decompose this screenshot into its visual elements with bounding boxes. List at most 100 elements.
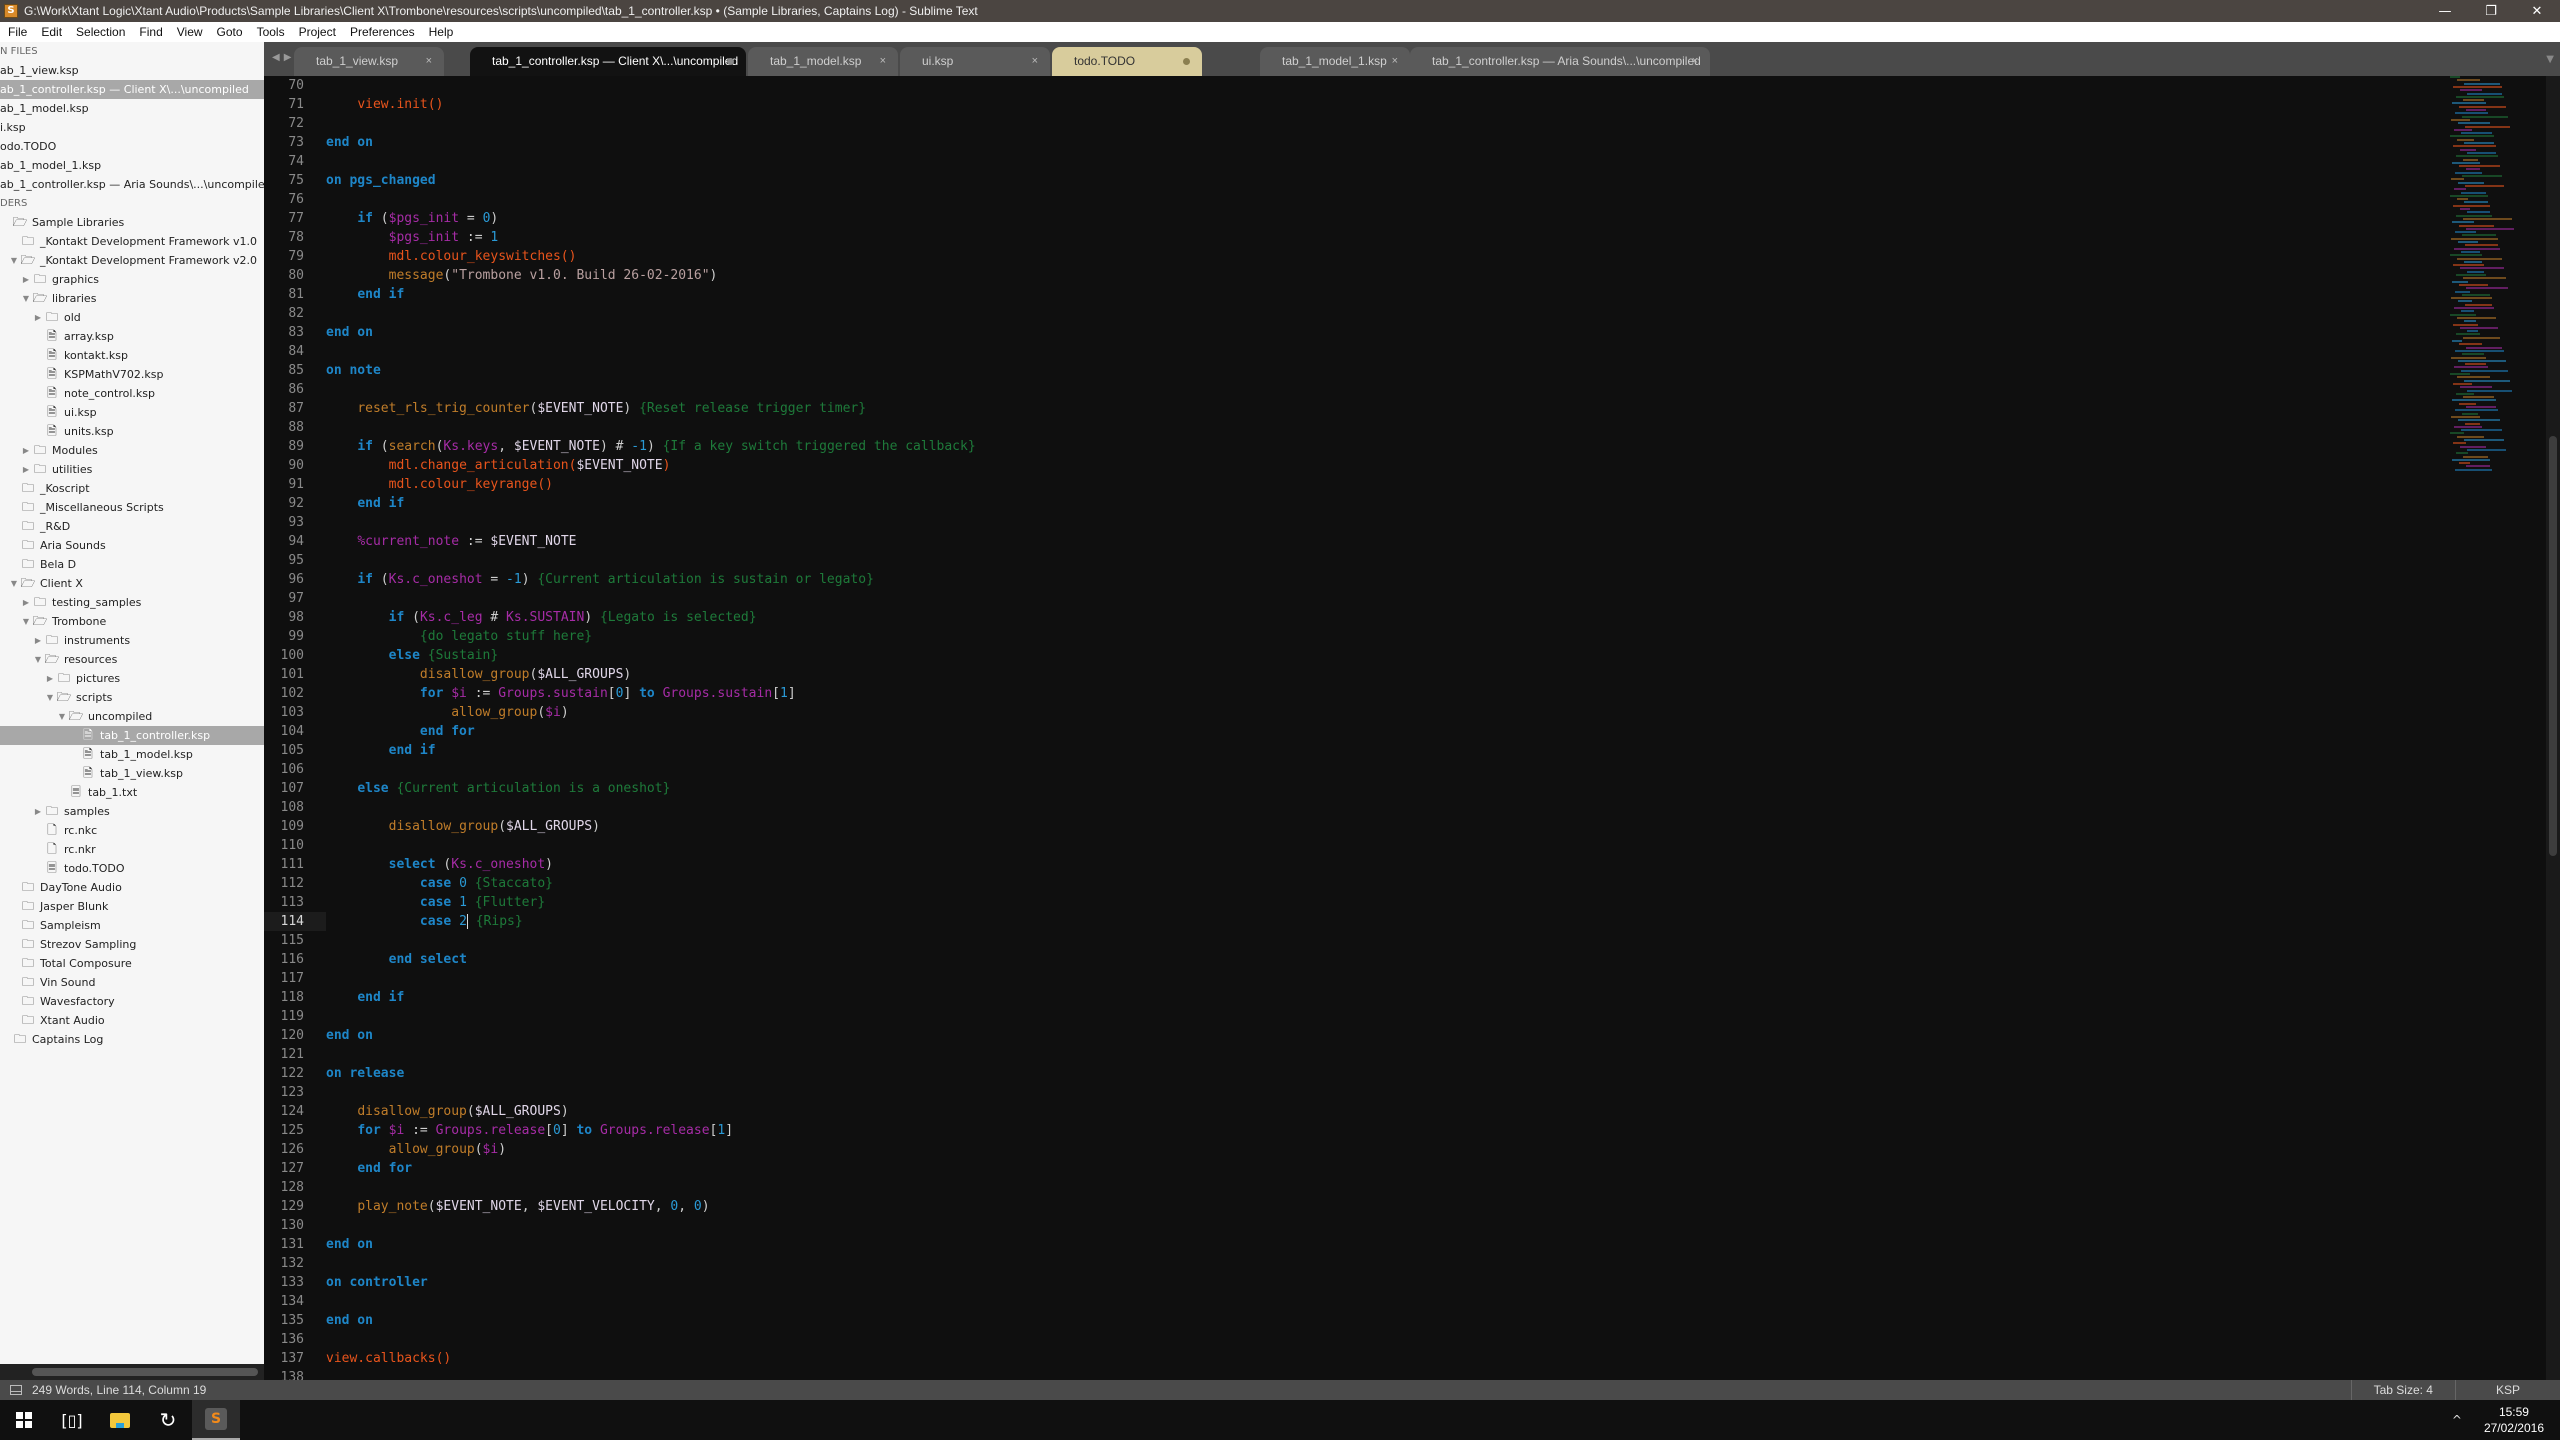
- tree-folder[interactable]: ▼ 🗁 uncompiled: [0, 707, 264, 726]
- code-line[interactable]: [326, 76, 976, 95]
- code-line[interactable]: [326, 1330, 976, 1349]
- tree-file[interactable]: 🗎 KSPMathV702.ksp: [0, 365, 264, 384]
- obs-app-button[interactable]: ↻: [144, 1400, 192, 1440]
- tree-file[interactable]: 🗎 units.ksp: [0, 422, 264, 441]
- tree-folder[interactable]: ▼ 🗁 Client X: [0, 574, 264, 593]
- expanded-arrow-icon[interactable]: ▼: [56, 707, 68, 726]
- collapsed-arrow-icon[interactable]: ▶: [20, 270, 32, 289]
- tree-folder[interactable]: 🗀 _Kontakt Development Framework v1.0: [0, 232, 264, 251]
- code-line[interactable]: [326, 418, 976, 437]
- tree-file[interactable]: 🗎 tab_1_view.ksp: [0, 764, 264, 783]
- tab-close-icon[interactable]: ×: [880, 47, 886, 76]
- sublime-taskbar-button[interactable]: S: [192, 1400, 240, 1440]
- code-line[interactable]: if (Ks.c_leg # Ks.SUSTAIN) {Legato is se…: [326, 608, 976, 627]
- editor-tab[interactable]: todo.TODO: [1052, 47, 1202, 76]
- panel-toggle-icon[interactable]: [10, 1385, 22, 1395]
- code-line[interactable]: [326, 190, 976, 209]
- start-button[interactable]: [0, 1400, 48, 1440]
- code-line[interactable]: mdl.change_articulation($EVENT_NOTE): [326, 456, 976, 475]
- tree-file[interactable]: 🗏 todo.TODO: [0, 859, 264, 878]
- tree-file[interactable]: 🗎 ui.ksp: [0, 403, 264, 422]
- code-line[interactable]: reset_rls_trig_counter($EVENT_NOTE) {Res…: [326, 399, 976, 418]
- menu-find[interactable]: Find: [131, 25, 168, 39]
- code-line[interactable]: mdl.colour_keyrange(): [326, 475, 976, 494]
- tree-file[interactable]: 🗏 tab_1.txt: [0, 783, 264, 802]
- tree-file[interactable]: 🗎 array.ksp: [0, 327, 264, 346]
- tree-folder[interactable]: ▶ 🗀 Modules: [0, 441, 264, 460]
- tree-folder[interactable]: 🗀 Bela D: [0, 555, 264, 574]
- tree-file[interactable]: 🗎 kontakt.ksp: [0, 346, 264, 365]
- code-line[interactable]: else {Current articulation is a oneshot}: [326, 779, 976, 798]
- expanded-arrow-icon[interactable]: ▼: [8, 251, 20, 270]
- tree-folder[interactable]: ▶ 🗀 graphics: [0, 270, 264, 289]
- code-line[interactable]: if (search(Ks.keys, $EVENT_NOTE) # -1) {…: [326, 437, 975, 456]
- code-line[interactable]: [326, 1292, 976, 1311]
- menu-preferences[interactable]: Preferences: [342, 25, 421, 39]
- code-line[interactable]: [326, 1216, 976, 1235]
- unsaved-dot-icon[interactable]: [1183, 58, 1190, 65]
- task-view-button[interactable]: [▯]: [48, 1400, 96, 1440]
- code-line[interactable]: [326, 380, 976, 399]
- tree-folder[interactable]: 🗀 Wavesfactory: [0, 992, 264, 1011]
- menu-tools[interactable]: Tools: [249, 25, 291, 39]
- tree-folder[interactable]: 🗀 Jasper Blunk: [0, 897, 264, 916]
- code-line[interactable]: end on: [326, 323, 976, 342]
- sidebar-scroll-thumb[interactable]: [32, 1368, 258, 1376]
- code-line[interactable]: on note: [326, 361, 976, 380]
- code-line[interactable]: end if: [326, 494, 976, 513]
- code-line[interactable]: end on: [326, 133, 976, 152]
- open-file-item[interactable]: ab_1_view.ksp: [0, 61, 264, 80]
- code-editor[interactable]: 70 71 72 73 74 75 76 77 78 79 80 81 82 83 84 85 86 87 88 89…: [264, 76, 2560, 1380]
- collapsed-arrow-icon[interactable]: ▶: [44, 669, 56, 688]
- tree-folder[interactable]: 🗀 Captains Log: [0, 1030, 264, 1049]
- tree-file[interactable]: 🗎 note_control.ksp: [0, 384, 264, 403]
- tree-folder[interactable]: ▶ 🗀 utilities: [0, 460, 264, 479]
- tree-folder[interactable]: 🗀 Aria Sounds: [0, 536, 264, 555]
- code-line[interactable]: [326, 1007, 976, 1026]
- editor-tab[interactable]: tab_1_controller.ksp — Client X\...\unco…: [470, 47, 746, 76]
- code-line[interactable]: [326, 152, 976, 171]
- tab-size-selector[interactable]: Tab Size: 4: [2350, 1380, 2455, 1400]
- menu-selection[interactable]: Selection: [68, 25, 131, 39]
- code-line[interactable]: end on: [326, 1311, 976, 1330]
- collapsed-arrow-icon[interactable]: ▶: [32, 631, 44, 650]
- expanded-arrow-icon[interactable]: ▼: [32, 650, 44, 669]
- code-line[interactable]: %current_note := $EVENT_NOTE: [326, 532, 976, 551]
- code-line[interactable]: else {Sustain}: [326, 646, 976, 665]
- code-line[interactable]: select (Ks.c_oneshot): [326, 855, 976, 874]
- tree-folder[interactable]: ▶ 🗀 testing_samples: [0, 593, 264, 612]
- tree-folder[interactable]: 🗁 Sample Libraries: [0, 213, 264, 232]
- menu-goto[interactable]: Goto: [209, 25, 249, 39]
- code-line[interactable]: case 1 {Flutter}: [326, 893, 976, 912]
- code-line[interactable]: [326, 589, 976, 608]
- open-file-item[interactable]: odo.TODO: [0, 137, 264, 156]
- code-line[interactable]: [326, 969, 976, 988]
- code-line[interactable]: end for: [326, 1159, 976, 1178]
- tree-folder[interactable]: ▼ 🗁 libraries: [0, 289, 264, 308]
- editor-tab[interactable]: tab_1_controller.ksp — Aria Sounds\...\u…: [1410, 47, 1710, 76]
- code-line[interactable]: [326, 760, 976, 779]
- collapsed-arrow-icon[interactable]: ▶: [32, 802, 44, 821]
- tree-folder[interactable]: 🗀 Xtant Audio: [0, 1011, 264, 1030]
- minimap[interactable]: [2446, 76, 2546, 476]
- open-file-item[interactable]: ab_1_controller.ksp — Client X\...\uncom…: [0, 80, 264, 99]
- code-line[interactable]: [326, 513, 976, 532]
- code-line[interactable]: {do legato stuff here}: [326, 627, 976, 646]
- code-line[interactable]: disallow_group($ALL_GROUPS): [326, 817, 976, 836]
- code-line[interactable]: [326, 931, 976, 950]
- menu-edit[interactable]: Edit: [33, 25, 68, 39]
- collapsed-arrow-icon[interactable]: ▶: [20, 441, 32, 460]
- tree-folder[interactable]: ▶ 🗀 pictures: [0, 669, 264, 688]
- code-line[interactable]: $pgs_init := 1: [326, 228, 976, 247]
- editor-tab[interactable]: tab_1_model.ksp ×: [748, 47, 898, 76]
- code-line[interactable]: end on: [326, 1235, 976, 1254]
- menu-file[interactable]: File: [0, 25, 33, 39]
- open-file-item[interactable]: ab_1_model_1.ksp: [0, 156, 264, 175]
- system-clock[interactable]: 15:59 27/02/2016: [2484, 1404, 2544, 1436]
- code-line[interactable]: [326, 798, 976, 817]
- tree-file[interactable]: 🗋 rc.nkc: [0, 821, 264, 840]
- code-line[interactable]: end if: [326, 988, 976, 1007]
- tree-folder[interactable]: 🗀 Vin Sound: [0, 973, 264, 992]
- code-line[interactable]: view.callbacks(): [326, 1349, 976, 1368]
- code-line[interactable]: end on: [326, 1026, 976, 1045]
